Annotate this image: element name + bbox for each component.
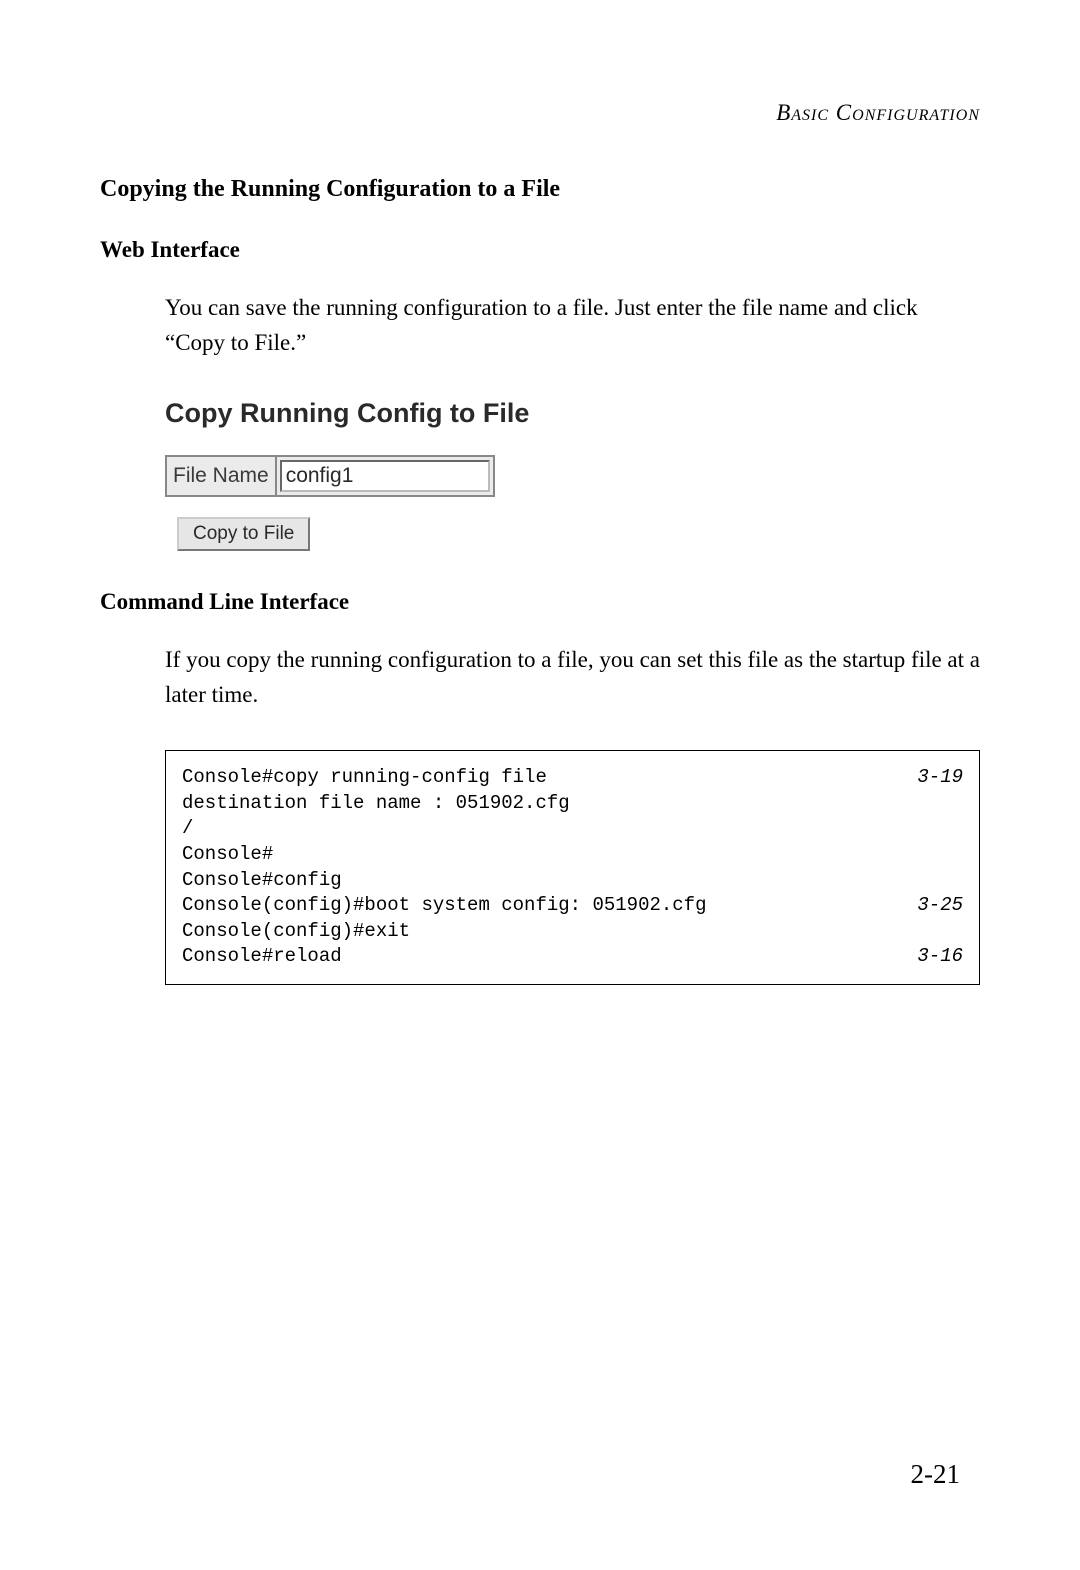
cli-line: Console(config)#exit [182, 919, 963, 945]
cli-text: Console#copy running-config file [182, 765, 547, 791]
table-row: File Name [166, 456, 494, 496]
cli-text: Console#config [182, 868, 342, 894]
cli-ref: 3-25 [917, 893, 963, 919]
file-name-input[interactable] [280, 460, 490, 492]
cli-line: Console#reload 3-16 [182, 944, 963, 970]
cli-line: Console# [182, 842, 963, 868]
cli-heading: Command Line Interface [100, 589, 980, 615]
web-interface-paragraph: You can save the running configuration t… [165, 291, 980, 360]
cli-text: Console(config)#boot system config: 0519… [182, 893, 707, 919]
ui-panel-title: Copy Running Config to File [165, 398, 980, 429]
cli-text: destination file name : 051902.cfg [182, 791, 570, 817]
page-number: 2-21 [911, 1459, 961, 1490]
cli-line: destination file name : 051902.cfg [182, 791, 963, 817]
cli-text: Console(config)#exit [182, 919, 410, 945]
file-name-input-cell [276, 456, 494, 496]
file-name-table: File Name [165, 455, 495, 497]
cli-example-box: Console#copy running-config file 3-19 de… [165, 750, 980, 985]
file-name-label: File Name [166, 456, 276, 496]
cli-text: Console# [182, 842, 273, 868]
copy-to-file-button[interactable]: Copy to File [177, 517, 310, 551]
cli-line: / [182, 816, 963, 842]
cli-paragraph: If you copy the running configuration to… [165, 643, 980, 712]
cli-line: Console#config [182, 868, 963, 894]
cli-ref: 3-16 [917, 944, 963, 970]
section-title: Copying the Running Configuration to a F… [100, 176, 980, 203]
cli-line: Console(config)#boot system config: 0519… [182, 893, 963, 919]
web-ui-screenshot: Copy Running Config to File File Name Co… [165, 398, 980, 551]
page-header-category: Basic Configuration [100, 100, 980, 126]
web-interface-heading: Web Interface [100, 237, 980, 263]
cli-ref: 3-19 [917, 765, 963, 791]
cli-text: Console#reload [182, 944, 342, 970]
cli-line: Console#copy running-config file 3-19 [182, 765, 963, 791]
cli-text: / [182, 816, 193, 842]
